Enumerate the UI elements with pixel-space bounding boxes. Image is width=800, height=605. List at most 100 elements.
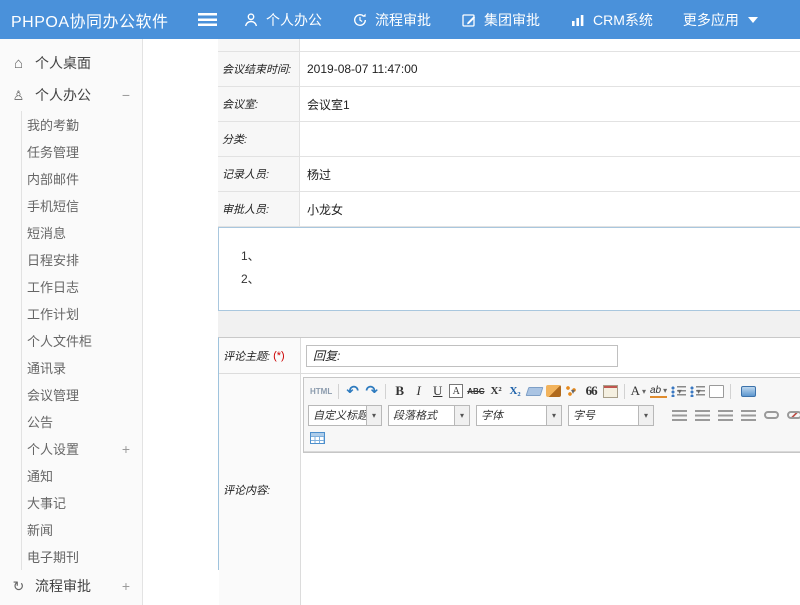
underline-button[interactable]: U (430, 382, 445, 400)
ordered-list-icon[interactable] (671, 386, 686, 397)
select-label: 段落格式 (389, 407, 454, 423)
rich-text-editor: HTML ↶ ↷ (303, 377, 800, 453)
justify-icon[interactable] (741, 410, 756, 421)
sidebar-item-mobile-sms[interactable]: 手机短信 (0, 192, 142, 219)
nav-more-apps[interactable]: 更多应用 (683, 10, 758, 30)
font-color-button[interactable]: A (631, 382, 646, 400)
align-center-icon[interactable] (695, 410, 710, 421)
expand-toggle[interactable]: + (122, 441, 130, 457)
superscript-button[interactable]: X² (489, 382, 504, 400)
nav-personal-office[interactable]: 个人办公 (243, 10, 322, 30)
italic-button[interactable]: I (411, 382, 426, 400)
sidebar-item-major-events[interactable]: 大事记 (0, 489, 142, 516)
sidebar-item-personal-file-cabinet[interactable]: 个人文件柜 (0, 327, 142, 354)
sidebar-item-label: 公告 (27, 412, 53, 431)
unordered-list-icon[interactable] (690, 386, 705, 397)
field-label: 审批人员: (218, 192, 300, 226)
table-row: 会议室: 会议室1 (218, 87, 800, 122)
sidebar-item-my-attendance[interactable]: 我的考勤 (0, 111, 142, 138)
table-row (218, 39, 800, 52)
sidebar-item-label: 电子期刊 (27, 547, 79, 566)
eraser-icon[interactable] (525, 387, 543, 396)
nav-label: 集团审批 (484, 10, 540, 30)
paragraph-format-select[interactable]: 段落格式 (388, 405, 470, 426)
custom-heading-select[interactable]: 自定义标题 (308, 405, 382, 426)
sidebar-item-contacts[interactable]: 通讯录 (0, 354, 142, 381)
table-icon[interactable] (310, 432, 325, 444)
highlight-color-button[interactable]: ab (650, 384, 667, 398)
menu-toggle-icon[interactable] (198, 13, 217, 26)
sidebar-item-workflow-approval[interactable]: 流程审批 + (0, 570, 142, 602)
html-source-button[interactable]: HTML (310, 382, 332, 400)
sidebar-item-personal-settings[interactable]: 个人设置 + (0, 435, 142, 462)
meeting-notes-box[interactable]: 1、 2、 (218, 227, 800, 311)
align-left-icon[interactable] (672, 410, 687, 421)
comment-content-label-cell: 评论内容: (219, 374, 301, 605)
sidebar-item-schedule[interactable]: 日程安排 (0, 246, 142, 273)
select-label: 自定义标题 (309, 407, 366, 423)
expand-toggle[interactable]: − (122, 87, 130, 103)
main-content: 会议结束时间: 2019-08-07 11:47:00 会议室: 会议室1 分类… (144, 39, 800, 605)
sidebar-item-meeting-management[interactable]: 会议管理 (0, 381, 142, 408)
sidebar-item-label: 通讯录 (27, 358, 66, 377)
nav-label: CRM系统 (593, 10, 653, 30)
nav-workflow-approval[interactable]: 流程审批 (352, 10, 431, 30)
comment-content-row: 评论内容: HTML (219, 374, 800, 571)
sidebar-item-announcement[interactable]: 公告 (0, 408, 142, 435)
nav-group-approval[interactable]: 集团审批 (461, 10, 540, 30)
autoformat-wand-icon[interactable] (565, 385, 580, 397)
comment-subject-input[interactable] (306, 345, 618, 367)
sidebar-item-label: 流程审批 (35, 576, 91, 596)
sidebar-item-news[interactable]: 新闻 (0, 516, 142, 543)
sidebar-item-e-journal[interactable]: 电子期刊 (0, 543, 142, 570)
topbar: PHPOA协同办公软件 个人办公 流程审批 集团审批 (0, 0, 800, 39)
app-window: PHPOA协同办公软件 个人办公 流程审批 集团审批 (0, 0, 800, 605)
sidebar-item-label: 任务管理 (27, 142, 79, 161)
undo-icon[interactable]: ↶ (345, 382, 360, 400)
font-size-select[interactable]: 字号 (568, 405, 654, 426)
blockquote-button[interactable]: 66 (584, 382, 599, 400)
sidebar-item-task-management[interactable]: 任务管理 (0, 138, 142, 165)
align-right-icon[interactable] (718, 410, 733, 421)
subscript-button[interactable]: X₂ (508, 382, 523, 400)
sidebar-item-label: 个人办公 (35, 85, 91, 105)
font-family-select[interactable]: 字体 (476, 405, 562, 426)
redo-icon[interactable]: ↷ (364, 382, 379, 400)
field-value: 会议室1 (300, 87, 800, 121)
chevron-down-icon (638, 406, 653, 425)
sidebar-item-notice[interactable]: 通知 (0, 462, 142, 489)
user-icon (243, 12, 259, 28)
format-brush-icon[interactable] (546, 385, 561, 397)
sidebar-item-work-plan[interactable]: 工作计划 (0, 300, 142, 327)
sidebar-item-internal-mail[interactable]: 内部邮件 (0, 165, 142, 192)
sidebar-item-label: 个人设置 (27, 439, 79, 458)
sidebar-item-work-log[interactable]: 工作日志 (0, 273, 142, 300)
sidebar-item-short-message[interactable]: 短消息 (0, 219, 142, 246)
expand-toggle[interactable]: + (122, 578, 130, 594)
link-icon[interactable] (764, 411, 779, 419)
sidebar-item-icon (10, 55, 27, 71)
fullscreen-icon[interactable] (741, 386, 756, 397)
sidebar-item-label: 会议管理 (27, 385, 79, 404)
new-page-icon[interactable] (709, 385, 724, 398)
field-value: 小龙女 (300, 192, 800, 226)
sidebar-item-label: 我的考勤 (27, 115, 79, 134)
strikethrough-button[interactable]: ABC (467, 382, 484, 400)
sidebar-item-personal-office[interactable]: 个人办公 − (0, 79, 142, 111)
app-logo[interactable]: PHPOA协同办公软件 (0, 8, 188, 32)
sidebar-item-label: 日程安排 (27, 250, 79, 269)
unlink-icon[interactable] (787, 411, 800, 419)
nav-crm-system[interactable]: CRM系统 (570, 10, 653, 30)
table-row: 分类: (218, 122, 800, 157)
table-row: 会议结束时间: 2019-08-07 11:47:00 (218, 52, 800, 87)
comment-subject-label-cell: 评论主题: (*) (219, 338, 301, 373)
sidebar-item-label: 个人文件柜 (27, 331, 92, 350)
font-border-button[interactable]: A (449, 384, 463, 398)
sidebar-item-personal-desktop[interactable]: 个人桌面 (0, 47, 142, 79)
field-value: 杨过 (300, 157, 800, 191)
editor-toolbar-row1: HTML ↶ ↷ (308, 380, 800, 402)
comment-form: 评论主题: (*) 评论内容: (218, 337, 800, 570)
paste-icon[interactable] (603, 385, 618, 398)
sidebar-item-label: 个人桌面 (35, 53, 91, 73)
bold-button[interactable]: B (392, 382, 407, 400)
